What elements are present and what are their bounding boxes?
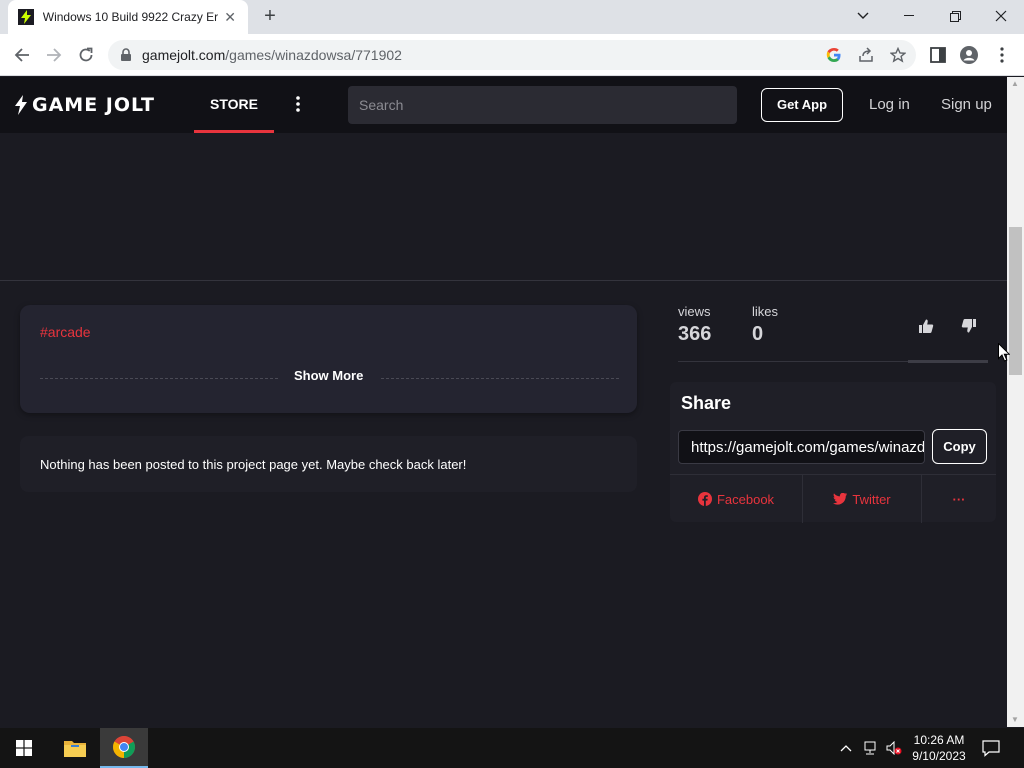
sidepanel-icon[interactable] <box>929 46 947 64</box>
share-icon[interactable] <box>858 47 874 63</box>
show-more-button[interactable]: Show More <box>294 368 363 383</box>
star-icon[interactable] <box>890 47 906 63</box>
facebook-share-button[interactable]: Facebook <box>670 475 802 523</box>
copy-button[interactable]: Copy <box>932 429 987 464</box>
facebook-label: Facebook <box>716 491 775 507</box>
scroll-thumb[interactable] <box>1009 227 1022 375</box>
divider <box>381 378 619 379</box>
twitter-label: Twitter <box>852 491 891 507</box>
forward-arrow-icon[interactable] <box>41 42 67 68</box>
get-app-button[interactable]: Get App <box>761 88 843 122</box>
url-text[interactable]: gamejolt.com/games/winazdowsa/771902 <box>142 47 402 63</box>
description-card: #arcade Show More <box>20 305 637 413</box>
likes-label: likes <box>752 304 779 319</box>
thumbs-down-icon[interactable] <box>961 318 977 334</box>
browser-tab-strip: Windows 10 Build 9922 Crazy Error ✕ + <box>0 0 1024 34</box>
page-scrollbar[interactable]: ▲ ▼ <box>1007 77 1024 727</box>
restore-button[interactable] <box>932 0 978 32</box>
site-header: GAME JOLT STORE Get App Log in Sign up <box>0 77 1007 133</box>
like-ratio-bar <box>678 360 988 363</box>
volume-muted-icon[interactable] <box>886 740 902 756</box>
share-title: Share <box>681 393 732 413</box>
signup-link[interactable]: Sign up <box>941 96 992 113</box>
new-tab-button[interactable]: + <box>258 5 282 29</box>
chrome-menu-icon[interactable] <box>993 46 1011 64</box>
lock-icon[interactable] <box>120 48 132 62</box>
empty-posts-notice: Nothing has been posted to this project … <box>20 436 637 492</box>
share-buttons: Facebook Twitter ··· <box>670 474 996 523</box>
logo-text: GAME JOLT <box>32 94 155 116</box>
gamejolt-logo[interactable]: GAME JOLT <box>14 94 155 116</box>
gamejolt-favicon <box>18 9 34 25</box>
scroll-up-arrow[interactable]: ▲ <box>1011 79 1019 88</box>
twitter-icon <box>833 493 848 505</box>
file-explorer-icon[interactable] <box>51 728 99 768</box>
empty-posts-message: Nothing has been posted to this project … <box>40 457 467 472</box>
clock-date: 9/10/2023 <box>912 749 966 763</box>
search-input[interactable] <box>348 86 737 124</box>
windows-taskbar: 10:26 AM 9/10/2023 <box>0 728 1024 768</box>
tab-search-icon[interactable] <box>840 0 886 32</box>
kebab-icon[interactable] <box>290 94 306 114</box>
browser-toolbar: gamejolt.com/games/winazdowsa/771902 <box>0 34 1024 76</box>
scroll-down-arrow[interactable]: ▼ <box>1011 715 1019 724</box>
share-card: Share Copy Facebook Twitter ··· <box>670 382 996 523</box>
thumbs-up-icon[interactable] <box>918 318 934 334</box>
more-share-button[interactable]: ··· <box>922 475 996 523</box>
profile-icon[interactable] <box>960 46 978 64</box>
banner-area <box>0 133 1007 281</box>
notification-icon[interactable] <box>982 739 1000 762</box>
close-window-button[interactable] <box>978 0 1024 32</box>
views-label: views <box>678 304 711 319</box>
tag-link[interactable]: #arcade <box>40 324 91 340</box>
browser-tab[interactable]: Windows 10 Build 9922 Crazy Error ✕ <box>8 0 248 34</box>
reload-icon[interactable] <box>73 42 99 68</box>
share-url-field[interactable] <box>678 430 925 464</box>
clock-time: 10:26 AM <box>913 733 965 747</box>
network-icon[interactable] <box>862 740 878 756</box>
mouse-cursor-icon <box>998 343 1010 362</box>
system-clock[interactable]: 10:26 AM 9/10/2023 <box>906 732 972 764</box>
chrome-icon[interactable] <box>100 728 148 768</box>
windows-start-icon[interactable] <box>0 728 48 768</box>
tab-close-icon[interactable]: ✕ <box>222 9 238 25</box>
tab-title: Windows 10 Build 9922 Crazy Error <box>42 10 219 24</box>
store-nav-link[interactable]: STORE <box>194 77 274 133</box>
views-count: 366 <box>678 323 712 345</box>
chevron-up-icon[interactable] <box>838 740 854 756</box>
address-bar[interactable]: gamejolt.com/games/winazdowsa/771902 <box>108 40 916 70</box>
divider <box>40 378 278 379</box>
lightning-icon <box>15 95 27 115</box>
minimize-button[interactable] <box>886 0 932 32</box>
back-arrow-icon[interactable] <box>9 42 35 68</box>
twitter-share-button[interactable]: Twitter <box>803 475 921 523</box>
facebook-icon <box>697 492 712 506</box>
likes-count: 0 <box>752 323 764 345</box>
like-ratio-fill <box>908 360 988 363</box>
login-link[interactable]: Log in <box>869 96 910 113</box>
google-icon[interactable] <box>826 47 842 63</box>
